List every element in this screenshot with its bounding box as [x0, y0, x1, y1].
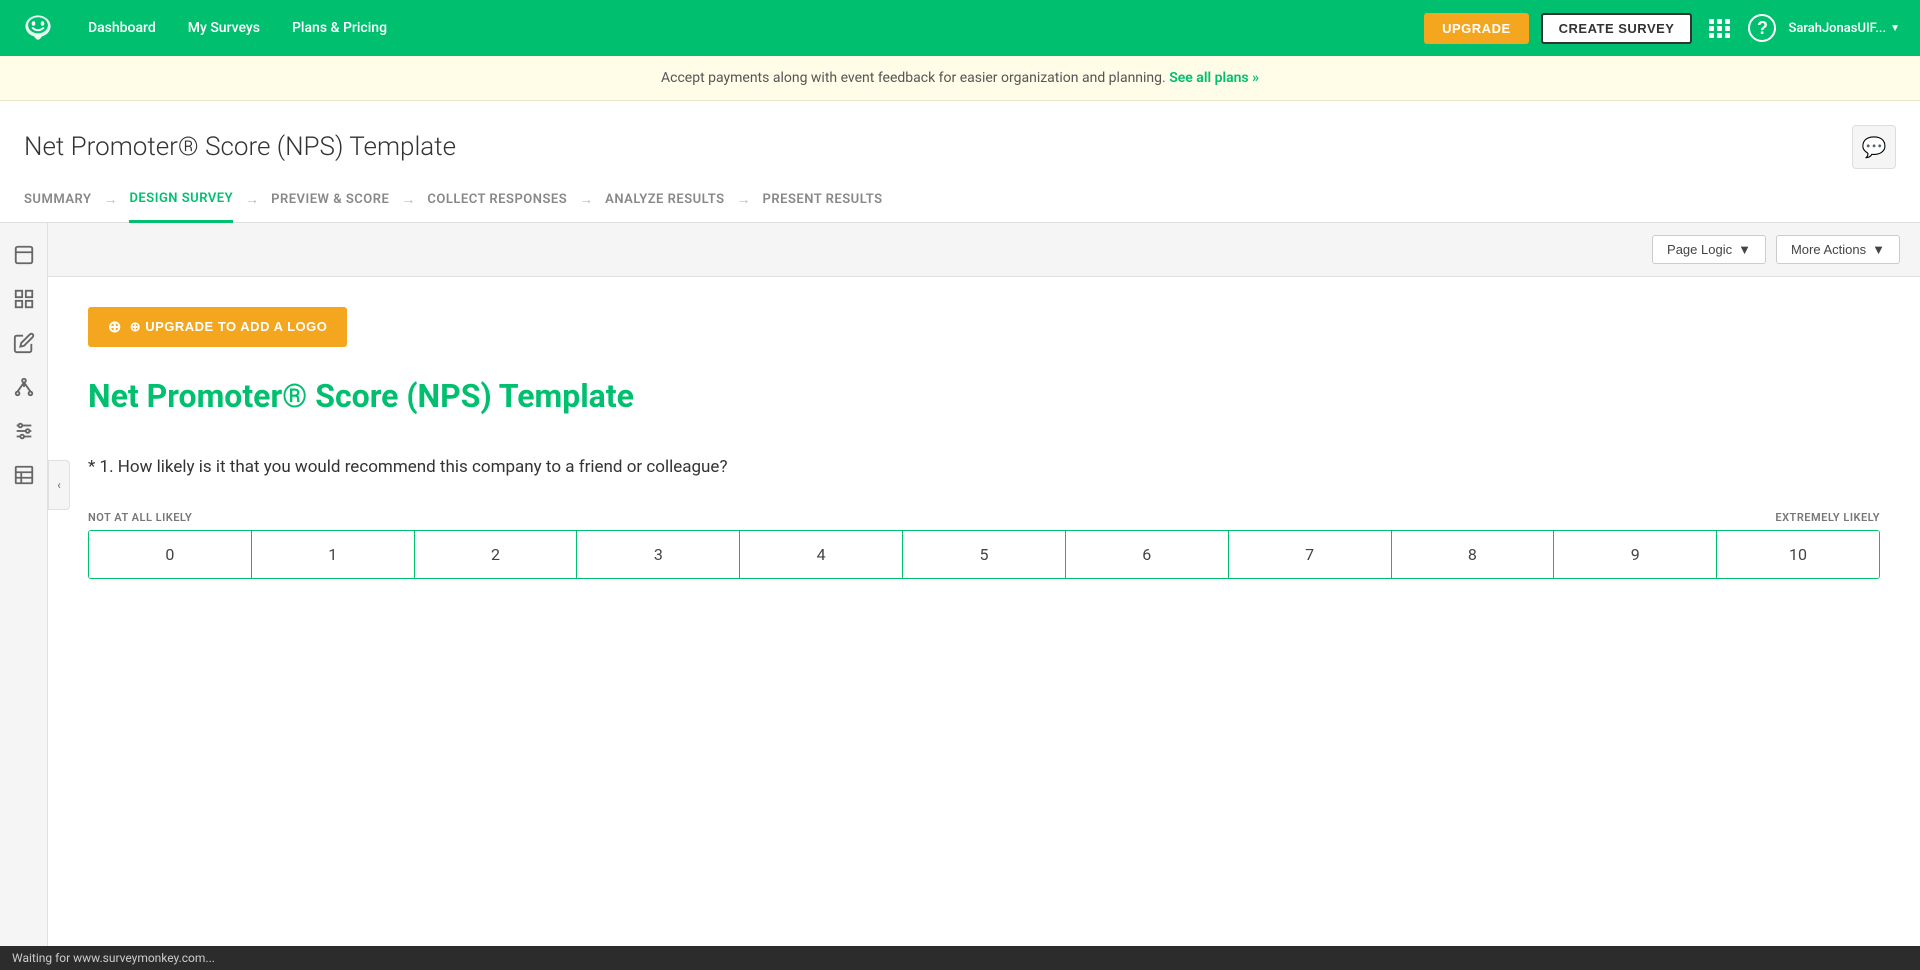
- plus-circle-icon: ⊕: [108, 317, 122, 337]
- help-button[interactable]: ?: [1748, 14, 1776, 42]
- my-surveys-link[interactable]: My Surveys: [176, 12, 272, 44]
- sidebar-edit-btn[interactable]: [4, 323, 44, 363]
- top-nav: Dashboard My Surveys Plans & Pricing UPG…: [0, 0, 1920, 56]
- survey-area: Page Logic ▼ More Actions ▼ ⊕ ⊕ UPGRADE …: [48, 223, 1920, 961]
- sidebar-grid-btn[interactable]: [4, 279, 44, 319]
- nps-cell-1[interactable]: 1: [252, 531, 415, 578]
- nav-links: Dashboard My Surveys Plans & Pricing: [76, 12, 1424, 44]
- nps-cell-10[interactable]: 10: [1717, 531, 1879, 578]
- step-collect-responses[interactable]: COLLECT RESPONSES: [427, 178, 567, 221]
- branch-icon: [13, 376, 35, 398]
- chevron-left-icon: ‹: [57, 478, 61, 492]
- nps-cell-3[interactable]: 3: [577, 531, 740, 578]
- sidebar-branch-btn[interactable]: [4, 367, 44, 407]
- chevron-down-icon: ▼: [1738, 242, 1751, 257]
- page-title-area: Net Promoter® Score (NPS) Template 💬: [0, 101, 1920, 169]
- grid-apps-icon: [1709, 19, 1731, 38]
- page-logic-button[interactable]: Page Logic ▼: [1652, 235, 1766, 264]
- more-actions-button[interactable]: More Actions ▼: [1776, 235, 1900, 264]
- pages-icon: [13, 464, 35, 486]
- step-arrow-2: →: [245, 191, 259, 208]
- plans-pricing-link[interactable]: Plans & Pricing: [280, 12, 399, 44]
- nps-label-low: NOT AT ALL LIKELY: [88, 511, 192, 524]
- step-design-survey[interactable]: DESIGN SURVEY: [129, 177, 233, 223]
- steps-nav: SUMMARY → DESIGN SURVEY → PREVIEW & SCOR…: [0, 177, 1920, 223]
- nps-label-high: EXTREMELY LIKELY: [1775, 511, 1880, 524]
- nps-cell-0[interactable]: 0: [89, 531, 252, 578]
- page-title: Net Promoter® Score (NPS) Template: [24, 132, 456, 162]
- main-layout: ‹ Page Logic ▼ More Actions ▼ ⊕ ⊕ UPGRAD…: [0, 223, 1920, 961]
- chat-icon: 💬: [1862, 135, 1887, 160]
- logo-icon: [20, 10, 56, 46]
- chevron-down-icon: ▼: [1872, 242, 1885, 257]
- upgrade-logo-button[interactable]: ⊕ ⊕ UPGRADE TO ADD A LOGO: [88, 307, 347, 347]
- see-all-plans-link[interactable]: See all plans »: [1169, 70, 1259, 86]
- nps-cell-8[interactable]: 8: [1392, 531, 1555, 578]
- nps-cell-9[interactable]: 9: [1554, 531, 1717, 578]
- sidebar-layout-btn[interactable]: [4, 235, 44, 275]
- step-summary[interactable]: SUMMARY: [24, 178, 91, 221]
- left-sidebar: [0, 223, 48, 961]
- grid-apps-button[interactable]: [1704, 12, 1736, 44]
- nps-cell-6[interactable]: 6: [1066, 531, 1229, 578]
- survey-toolbar: Page Logic ▼ More Actions ▼: [48, 223, 1920, 277]
- upgrade-button[interactable]: UPGRADE: [1424, 13, 1529, 44]
- question-1: * 1. How likely is it that you would rec…: [88, 455, 1880, 481]
- nps-scale: 0 1 2 3 4 5 6 7 8 9 10: [88, 530, 1880, 579]
- step-present-results[interactable]: PRESENT RESULTS: [763, 178, 883, 221]
- status-bar: Waiting for www.surveymonkey.com...: [0, 946, 1920, 970]
- sidebar-collapse-btn[interactable]: ‹: [48, 460, 70, 510]
- nps-labels: NOT AT ALL LIKELY EXTREMELY LIKELY: [88, 511, 1880, 524]
- nps-cell-5[interactable]: 5: [903, 531, 1066, 578]
- step-arrow-5: →: [737, 191, 751, 208]
- create-survey-button[interactable]: CREATE SURVEY: [1541, 13, 1693, 44]
- nps-cell-7[interactable]: 7: [1229, 531, 1392, 578]
- user-menu[interactable]: SarahJonasUIF... ▼: [1788, 21, 1900, 36]
- sidebar-pages-btn[interactable]: [4, 455, 44, 495]
- sidebar-settings-btn[interactable]: [4, 411, 44, 451]
- step-analyze-results[interactable]: ANALYZE RESULTS: [605, 178, 724, 221]
- survey-title: Net Promoter® Score (NPS) Template: [88, 377, 1880, 415]
- chat-button[interactable]: 💬: [1852, 125, 1896, 169]
- pencil-icon: [13, 332, 35, 354]
- grid-icon: [13, 288, 35, 310]
- announcement-bar: Accept payments along with event feedbac…: [0, 56, 1920, 101]
- status-text: Waiting for www.surveymonkey.com...: [12, 951, 215, 965]
- step-preview-score[interactable]: PREVIEW & SCORE: [271, 178, 389, 221]
- nps-cell-4[interactable]: 4: [740, 531, 903, 578]
- nav-right: UPGRADE CREATE SURVEY ? SarahJonasUIF...…: [1424, 12, 1900, 44]
- dashboard-link[interactable]: Dashboard: [76, 12, 168, 44]
- nps-cell-2[interactable]: 2: [415, 531, 578, 578]
- layout-icon: [13, 244, 35, 266]
- step-arrow-3: →: [401, 191, 415, 208]
- step-arrow-4: →: [579, 191, 593, 208]
- sliders-icon: [13, 420, 35, 442]
- step-arrow-1: →: [103, 191, 117, 208]
- survey-content: ⊕ ⊕ UPGRADE TO ADD A LOGO Net Promoter® …: [48, 277, 1920, 961]
